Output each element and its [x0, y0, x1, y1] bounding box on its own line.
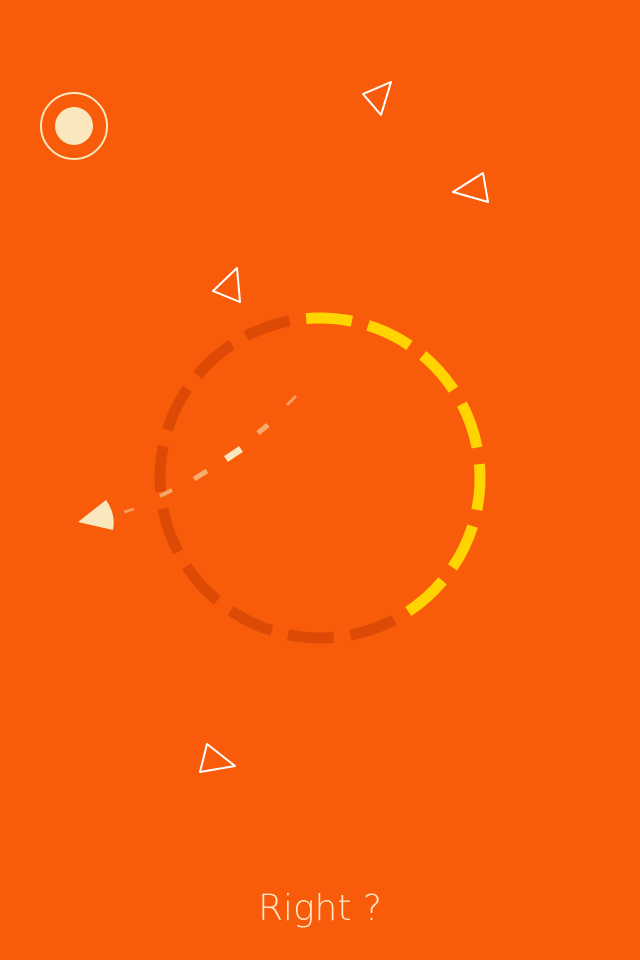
- aim-trail-dash: [285, 394, 298, 407]
- game-canvas[interactable]: [0, 0, 640, 960]
- triangle-obstacle-4: [199, 743, 236, 773]
- ring-segment-lit: [305, 312, 353, 327]
- aim-trail-dash: [256, 423, 270, 435]
- aim-trail: [123, 394, 298, 514]
- ring-segment-dim: [243, 315, 291, 342]
- aim-trail-dash: [224, 446, 243, 462]
- ring-segment-dim: [287, 629, 335, 644]
- triangle-obstacle-3: [212, 267, 241, 303]
- player-ship[interactable]: [78, 500, 114, 530]
- triangle-obstacle-2: [452, 172, 489, 203]
- ring-segment-dim: [162, 385, 193, 432]
- ring-segment-dim: [227, 605, 274, 636]
- ring-segment-dim: [349, 614, 397, 641]
- aim-trail-dash: [192, 468, 209, 482]
- ring-segment-lit: [366, 320, 413, 351]
- ring-segment-dim: [193, 340, 235, 379]
- direction-prompt: Right ?: [257, 888, 383, 929]
- ring-segment-lit: [471, 463, 486, 511]
- ring-segment-dim: [182, 563, 221, 605]
- ring-segment-lit: [405, 577, 447, 616]
- pause-button-dot: [55, 107, 93, 145]
- ring-segment-dim: [157, 507, 184, 555]
- ring-segment-lit: [456, 401, 483, 449]
- pause-button[interactable]: [40, 92, 108, 160]
- ring-segment-lit: [419, 351, 458, 393]
- triangle-obstacle-1: [362, 81, 392, 116]
- aim-trail-dash: [123, 507, 135, 514]
- ring-segment-dim: [154, 445, 169, 493]
- target-ring: [154, 312, 486, 644]
- ring-segment-lit: [447, 524, 478, 571]
